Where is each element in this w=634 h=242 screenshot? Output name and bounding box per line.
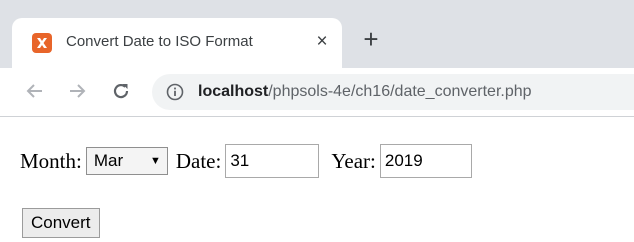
url-text: localhost/phpsols-4e/ch16/date_converter… <box>198 83 532 101</box>
tab-title: Convert Date to ISO Format <box>66 33 253 50</box>
url-host: localhost <box>198 83 269 100</box>
month-select[interactable]: Mar ▼ <box>85 147 168 175</box>
date-input[interactable]: 31 <box>225 144 320 178</box>
address-bar[interactable]: localhost/phpsols-4e/ch16/date_converter… <box>152 74 634 110</box>
month-label: Month: <box>20 148 82 173</box>
forward-arrow-icon[interactable] <box>64 78 90 104</box>
browser-toolbar: localhost/phpsols-4e/ch16/date_converter… <box>0 68 634 117</box>
convert-button[interactable]: Convert <box>22 208 100 238</box>
url-path: /phpsols-4e/ch16/date_converter.php <box>268 83 532 100</box>
browser-tab[interactable]: Convert Date to ISO Format × <box>12 18 342 68</box>
date-form: Month: Mar ▼ Date: 31 Year: 2019 <box>20 142 472 180</box>
new-tab-button[interactable]: + <box>358 26 384 52</box>
tab-strip: Convert Date to ISO Format × + <box>0 0 634 68</box>
year-label: Year: <box>331 148 376 173</box>
xampp-icon <box>32 33 52 53</box>
info-icon[interactable] <box>166 83 184 101</box>
date-label: Date: <box>175 148 222 173</box>
month-select-value: Mar <box>93 151 124 170</box>
dropdown-arrow-icon: ▼ <box>149 155 161 167</box>
reload-icon[interactable] <box>108 78 134 104</box>
year-input[interactable]: 2019 <box>379 144 472 178</box>
back-arrow-icon[interactable] <box>22 78 48 104</box>
tab-close-icon[interactable]: × <box>312 31 332 53</box>
